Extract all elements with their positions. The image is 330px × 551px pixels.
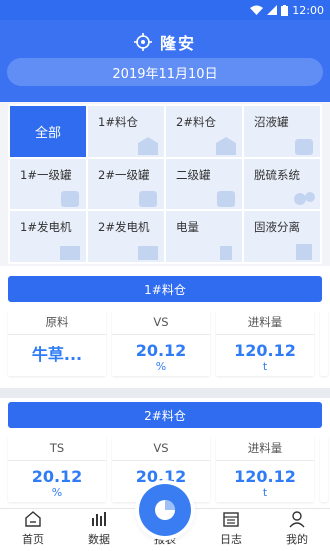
grid-item-label: 电量 (176, 220, 199, 235)
metric-label: 进料量 (216, 436, 314, 461)
metric-card[interactable]: 原料 牛草... (8, 310, 106, 376)
metric-value: 20.12 (135, 467, 187, 486)
metric-card-partial (320, 436, 328, 502)
grid-item-all[interactable]: 全部 (10, 106, 86, 157)
data-bars-icon (92, 512, 106, 526)
metric-label: TS (8, 436, 106, 461)
section-divider (0, 388, 330, 398)
tank-icon (295, 138, 313, 155)
calendar-icon (223, 512, 239, 527)
header: 隆安 2019年11月10日 (0, 20, 330, 102)
section-1-cards: 原料 牛草... VS 20.12 % 进料量 120.12 t (8, 310, 330, 376)
metric-card[interactable]: 进料量 120.12 t (216, 436, 314, 502)
generator-icon (138, 246, 158, 260)
silo-icon (216, 136, 236, 155)
grid-item-label: 1#一级罐 (20, 167, 72, 182)
grid-item-label: 固液分离 (254, 220, 300, 235)
tank-icon (61, 191, 79, 208)
grid-item-desulfurization[interactable]: 脱硫系统 (244, 158, 320, 210)
date-picker[interactable]: 2019年11月10日 (7, 58, 323, 86)
grid-item-label: 2#料仓 (176, 115, 216, 129)
home-icon (25, 511, 41, 527)
grid-item-primary-tank-2[interactable]: 2#一级罐 (88, 158, 164, 210)
tab-label: 日志 (220, 533, 242, 546)
grid-item-secondary-tank[interactable]: 二级罐 (166, 158, 242, 210)
wifi-icon (250, 5, 264, 15)
category-grid: 全部 1#料仓 2#料仓 沼液罐 1#一级罐 2#一级罐 二级罐 脱硫系统 1#… (8, 104, 322, 264)
grid-item-primary-tank-1[interactable]: 1#一级罐 (10, 158, 86, 210)
grid-item-label: 脱硫系统 (254, 167, 300, 182)
grid-item-generator-2[interactable]: 2#发电机 (88, 211, 164, 262)
metric-card-partial (320, 310, 328, 376)
generator-icon (60, 246, 80, 260)
tab-home[interactable]: 首页 (0, 509, 66, 551)
tab-label: 我的 (286, 533, 308, 546)
pie-chart-icon (155, 500, 175, 520)
metric-card[interactable]: 进料量 120.12 t (216, 310, 314, 376)
grid-item-silo-1[interactable]: 1#料仓 (88, 106, 164, 157)
plug-icon (220, 246, 232, 260)
grid-item-silo-2[interactable]: 2#料仓 (166, 106, 242, 157)
silo-icon (138, 136, 158, 155)
user-icon (289, 511, 305, 528)
tab-mine[interactable]: 我的 (264, 509, 330, 551)
tab-data[interactable]: 数据 (66, 509, 132, 551)
tab-label: 首页 (22, 533, 44, 546)
tab-log[interactable]: 日志 (198, 509, 264, 551)
metric-unit: % (155, 360, 167, 373)
section-title-silo-2[interactable]: 2#料仓 (8, 402, 322, 428)
metric-value: 20.12 (135, 341, 187, 360)
battery-icon (281, 4, 289, 16)
status-bar: 12:00 (0, 0, 330, 20)
title-row[interactable]: 隆安 (0, 28, 330, 56)
metric-label: 原料 (8, 310, 106, 335)
metric-value: 20.12 (31, 467, 83, 486)
grid-item-slurry-tank[interactable]: 沼液罐 (244, 106, 320, 157)
location-target-icon (133, 33, 152, 51)
separator-icon (296, 244, 312, 260)
grid-item-solid-liquid-separation[interactable]: 固液分离 (244, 211, 320, 262)
metric-value: 120.12 (234, 341, 296, 360)
signal-icon (267, 5, 278, 15)
grid-item-label: 二级罐 (176, 167, 211, 182)
metric-unit: t (262, 360, 268, 373)
metric-unit: % (51, 486, 63, 499)
metric-card[interactable]: TS 20.12 % (8, 436, 106, 502)
grid-item-label: 2#一级罐 (98, 167, 150, 182)
metric-label: 进料量 (216, 310, 314, 335)
grid-item-label: 2#发电机 (98, 220, 150, 235)
h2s-icon (294, 192, 315, 206)
metric-card[interactable]: VS 20.12 % (112, 310, 210, 376)
grid-item-generator-1[interactable]: 1#发电机 (10, 211, 86, 262)
status-time: 12:00 (292, 3, 324, 17)
metric-value: 牛草... (31, 345, 83, 364)
grid-item-label: 1#料仓 (98, 115, 138, 129)
metric-label: VS (112, 310, 210, 335)
page-title: 隆安 (159, 34, 196, 53)
tank-icon (139, 191, 157, 208)
tank-icon (217, 191, 235, 208)
grid-item-electricity[interactable]: 电量 (166, 211, 242, 262)
tab-label: 数据 (88, 533, 110, 546)
metric-unit: t (262, 486, 268, 499)
section-title-silo-1[interactable]: 1#料仓 (8, 276, 322, 302)
report-fab-button[interactable] (139, 484, 191, 536)
grid-item-label: 沼液罐 (254, 115, 289, 129)
grid-item-label: 全部 (34, 125, 61, 141)
metric-value: 120.12 (234, 467, 296, 486)
metric-label: VS (112, 436, 210, 461)
grid-item-label: 1#发电机 (20, 220, 72, 235)
